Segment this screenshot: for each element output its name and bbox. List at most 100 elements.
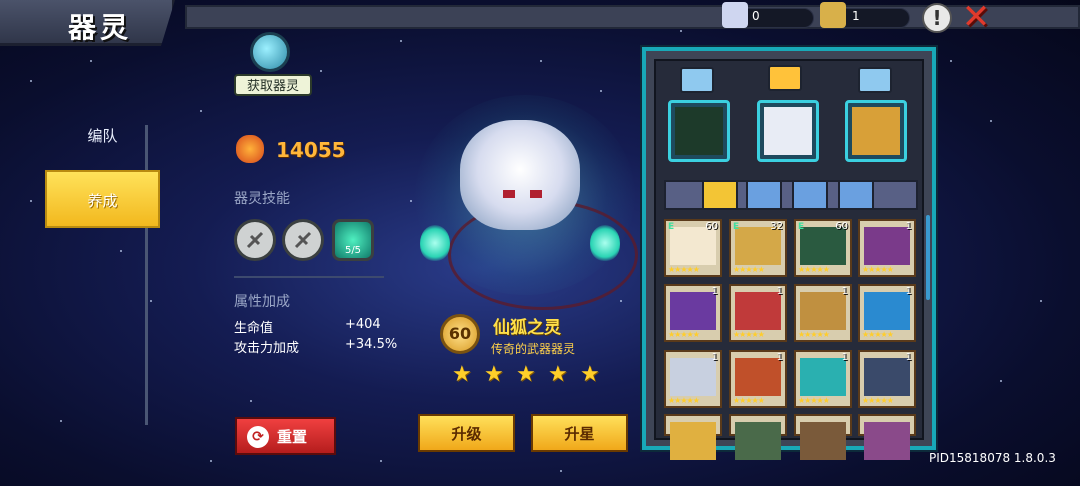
attrs-title: 属性加成 (234, 294, 290, 310)
power-value: 14055 (276, 138, 346, 162)
spirit-description: 传奇的武器器灵 (491, 342, 576, 356)
reset-button[interactable]: ⟳ 重置 (235, 417, 336, 455)
spirit-card-art (800, 422, 846, 460)
spirit-name: 仙狐之灵 (493, 318, 561, 338)
spirit-card-count: 1 (711, 286, 718, 297)
spirit-card[interactable]: 1 ★★★★★ (858, 350, 916, 408)
skill-count: 5/5 (344, 245, 362, 256)
spirit-card-tag: E (798, 222, 805, 232)
spirit-card[interactable]: 1 ★★★★★ (664, 350, 722, 408)
armor-icon[interactable] (680, 67, 714, 93)
nav-item-cultivate[interactable]: 养成 (45, 170, 160, 228)
skill-3-icon[interactable]: 5/5 (332, 219, 374, 261)
spirit-card-stars: ★★★★★ (668, 265, 700, 274)
page-title: 器灵 (68, 11, 133, 44)
spirit-card[interactable]: 60 E ★★★★★ (794, 219, 852, 277)
spirit-card-count: 1 (776, 286, 783, 297)
star-icon: ★ (580, 362, 600, 387)
spirit-card[interactable]: 1 ★★★★★ (794, 350, 852, 408)
skill-1-icon[interactable] (234, 219, 276, 261)
spirit-card-count: 1 (841, 286, 848, 297)
upgrade-button[interactable]: 升级 (418, 414, 515, 452)
spirit-card-stars: ★★★★★ (798, 396, 830, 405)
spirit-card-stars: ★★★★★ (798, 265, 830, 274)
spirit-card[interactable] (664, 414, 722, 460)
equipped-slot-shield[interactable] (845, 100, 907, 162)
spirit-card-count: 1 (841, 352, 848, 363)
spirit-card-stars: ★★★★★ (862, 396, 894, 405)
star-up-button[interactable]: 升星 (531, 414, 628, 452)
spirit-card[interactable]: 1 ★★★★★ (664, 284, 722, 342)
spirit-card-count: 32 (770, 221, 783, 232)
filter-shield-icon[interactable] (838, 180, 874, 210)
spirit-card[interactable]: 32 E ★★★★★ (729, 219, 787, 277)
attr-atk-label: 攻击力加成 (234, 341, 300, 356)
attr-hp-value: +404 (345, 317, 381, 332)
spirit-card-count: 60 (835, 221, 848, 232)
attr-hp-label: 生命值 (234, 321, 274, 336)
filter-all-icon[interactable] (702, 180, 738, 210)
spirit-card-stars: ★★★★★ (733, 330, 765, 339)
spirit-card[interactable]: 1 ★★★★★ (794, 284, 852, 342)
spirit-card-stars: ★★★★★ (733, 396, 765, 405)
spirit-card[interactable]: 1 ★★★★★ (729, 350, 787, 408)
resource-shard-value: 1 (852, 9, 860, 23)
spirit-card-art (670, 227, 716, 265)
spirit-card-art (800, 227, 846, 265)
spirit-card[interactable] (858, 414, 916, 460)
equipped-slot-weapon[interactable] (757, 100, 819, 162)
section-divider (234, 276, 384, 278)
wisp-left (420, 225, 450, 261)
close-icon[interactable]: ✕ (960, 0, 992, 34)
star-icon: ★ (516, 362, 536, 387)
spirit-card[interactable]: 1 ★★★★★ (729, 284, 787, 342)
spirit-card-art (864, 227, 910, 265)
spirit-card-art (735, 422, 781, 460)
reset-label: 重置 (277, 428, 308, 446)
build-id: PID15818078 1.8.0.3 (929, 451, 1056, 465)
spirit-card-art (735, 227, 781, 265)
filter-weapon-icon[interactable] (792, 180, 828, 210)
shield-icon[interactable] (858, 67, 892, 93)
spirit-fox-icon (722, 2, 748, 28)
weapon-icon[interactable] (768, 65, 802, 91)
spirit-card-count: 1 (905, 352, 912, 363)
golden-knight-art (852, 107, 900, 155)
spirit-card-count: 1 (905, 221, 912, 232)
creature-eye-left (503, 190, 515, 198)
spirit-card-art (735, 292, 781, 330)
spirit-card-art (800, 358, 846, 396)
spirit-card-tag: E (733, 222, 740, 232)
spirit-card-count: 60 (705, 221, 718, 232)
fox-spirit-creature (460, 120, 580, 230)
spirit-card[interactable]: 60 E ★★★★★ (664, 219, 722, 277)
dark-spirit-art (675, 107, 723, 155)
spirit-card-stars: ★★★★★ (733, 265, 765, 274)
spirit-card-stars: ★★★★★ (862, 330, 894, 339)
spirit-card[interactable] (729, 414, 787, 460)
spirit-card-stars: ★★★★★ (668, 330, 700, 339)
acquire-spirit-button[interactable]: 获取器灵 (234, 32, 314, 98)
spirit-card-art (864, 358, 910, 396)
spirit-orb-icon (250, 32, 290, 72)
equipped-slot-armor[interactable] (668, 100, 730, 162)
star-icon: ★ (548, 362, 568, 387)
skill-2-icon[interactable] (282, 219, 324, 261)
attr-atk-value: +34.5% (345, 337, 398, 352)
spirit-card-stars: ★★★★★ (862, 265, 894, 274)
spirit-card[interactable]: 1 ★★★★★ (858, 284, 916, 342)
nav-item-team[interactable]: 编队 (45, 110, 160, 162)
filter-armor-icon[interactable] (746, 180, 782, 210)
spirit-card-art (864, 422, 910, 460)
spirit-card-art (735, 358, 781, 396)
exclamation-icon[interactable]: ! (922, 3, 952, 33)
fox-spirit-art (764, 107, 812, 155)
spirit-card-art (864, 292, 910, 330)
star-icon: ★ (452, 362, 472, 387)
scrollbar[interactable] (926, 215, 930, 300)
spirit-card[interactable] (794, 414, 852, 460)
spirit-card-stars: ★★★★★ (798, 330, 830, 339)
spirit-card[interactable]: 1 ★★★★★ (858, 219, 916, 277)
spirit-card-count: 1 (776, 352, 783, 363)
spirit-card-stars: ★★★★★ (668, 396, 700, 405)
